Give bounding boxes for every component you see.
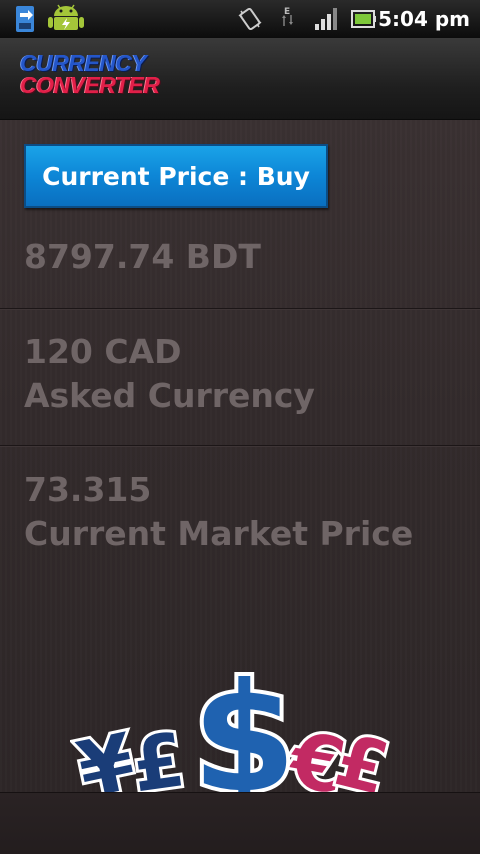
status-bar: E 5:04 pm [0, 0, 480, 38]
market-price-block: 73.315 Current Market Price [24, 468, 413, 556]
asked-currency-label: Asked Currency [24, 376, 315, 415]
divider [0, 308, 480, 310]
current-price-buy-button[interactable]: Current Price : Buy [24, 144, 328, 208]
android-icon [46, 0, 86, 38]
converted-result-value: 8797.74 BDT [24, 237, 261, 276]
battery-icon [350, 0, 378, 38]
vibrate-icon [234, 0, 266, 38]
svg-text:£: £ [127, 717, 190, 795]
bottom-bar [0, 792, 480, 854]
asked-amount: 120 CAD [24, 332, 182, 371]
logo-line-currency: CURRENCY [20, 50, 147, 76]
market-price-label: Current Market Price [24, 514, 414, 553]
app-header: CURRENCY CONVERTER [0, 38, 480, 120]
usb-download-icon [10, 0, 40, 38]
pound-symbol-icon: £ [124, 714, 193, 795]
svg-text:E: E [284, 7, 290, 17]
logo-line-converter: CONVERTER [20, 72, 160, 98]
data-transfer-icon: E [274, 0, 300, 38]
svg-text:$: $ [192, 652, 296, 795]
status-time: 5:04 pm [378, 7, 470, 31]
market-price-value: 73.315 [24, 470, 152, 509]
divider [0, 445, 480, 447]
currency-symbols-illustration: ¥ £ € £ $ [70, 650, 420, 795]
signal-icon [312, 0, 340, 38]
content-area: Current Price : Buy 8797.74 BDT 120 CAD … [0, 120, 480, 854]
asked-currency-block: 120 CAD Asked Currency [24, 330, 315, 418]
app-logo: CURRENCY CONVERTER [20, 50, 160, 98]
screen: E 5:04 pm CURRENCY CONVERTER Current Pri… [0, 0, 480, 854]
dollar-symbol-icon: $ [188, 650, 300, 795]
